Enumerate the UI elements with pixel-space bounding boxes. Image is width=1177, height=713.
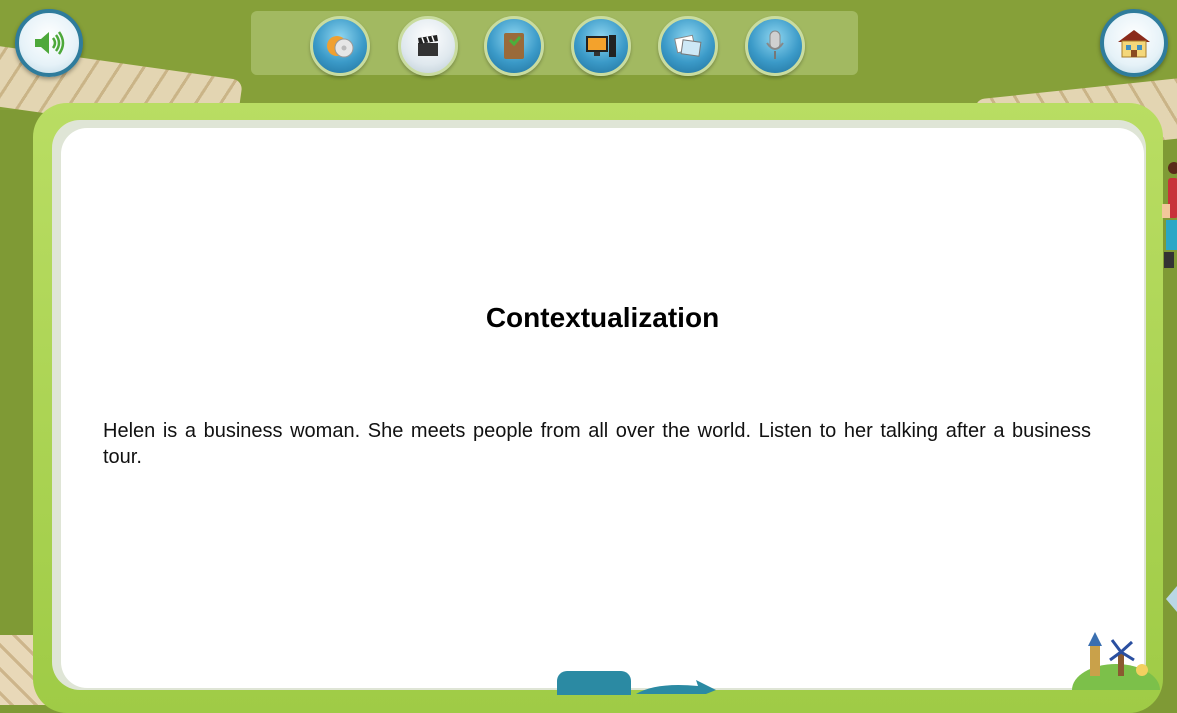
tool-button-computer[interactable] (571, 16, 631, 76)
photos-icon (674, 34, 702, 57)
computer-icon (586, 35, 616, 57)
bottom-tab[interactable] (557, 671, 631, 695)
page-title: Contextualization (485, 302, 720, 333)
book-icon (504, 33, 524, 59)
tool-button-microphone[interactable] (745, 16, 805, 76)
tool-button-book[interactable] (484, 16, 544, 76)
content-board: Contextualization Helen is a business wo… (61, 128, 1144, 688)
context-paragraph: Helen is a business woman. She meets peo… (103, 420, 1091, 468)
clapperboard-icon (418, 35, 438, 56)
arrow-peek-decoration (1166, 586, 1177, 612)
world-landmarks-illustration (1072, 632, 1160, 690)
home-button[interactable] (1100, 9, 1168, 77)
home-icon (1118, 30, 1150, 58)
character-illustration (1162, 162, 1177, 268)
tool-button-disc[interactable] (310, 16, 370, 76)
speaker-icon (35, 31, 65, 55)
disc-icon (327, 36, 354, 58)
next-arrow-icon[interactable] (636, 680, 716, 694)
tool-button-photos[interactable] (658, 16, 718, 76)
microphone-icon (766, 30, 784, 59)
tool-button-video[interactable] (398, 16, 458, 76)
sound-button[interactable] (15, 9, 83, 77)
